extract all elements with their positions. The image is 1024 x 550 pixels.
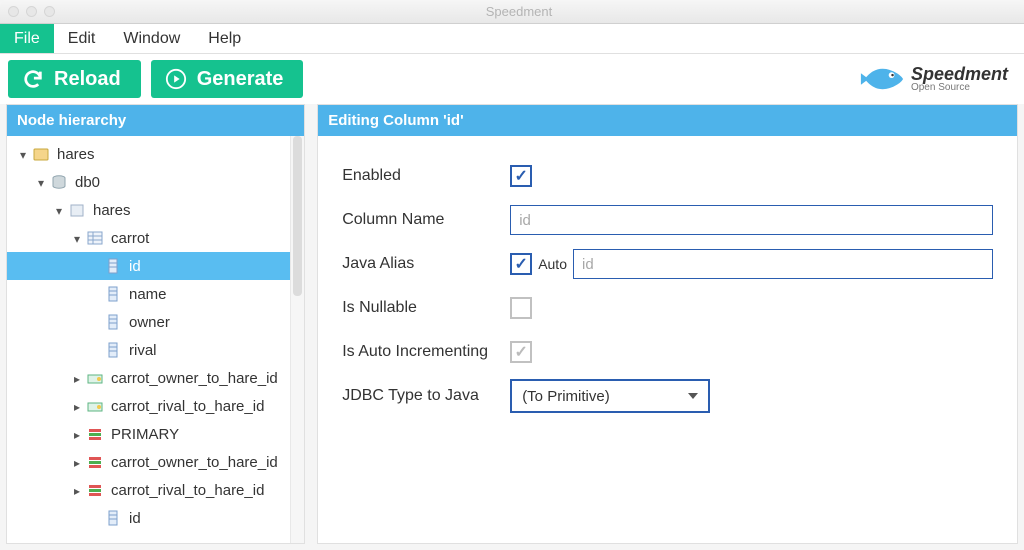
tree-item[interactable]: id <box>7 504 304 532</box>
tree-item-label: rival <box>129 342 157 359</box>
scrollbar-vertical[interactable] <box>290 136 304 543</box>
node-tree[interactable]: hares db0 hares carrot id name owner rival carro… <box>7 136 304 536</box>
twisty-icon[interactable] <box>71 370 83 387</box>
idx-icon <box>87 482 103 498</box>
twisty-icon[interactable] <box>71 230 83 247</box>
generate-button[interactable]: Generate <box>151 60 304 98</box>
tree-item[interactable]: db0 <box>7 168 304 196</box>
menu-edit[interactable]: Edit <box>54 24 110 53</box>
tree-item[interactable]: owner <box>7 308 304 336</box>
checkbox-java-alias-auto[interactable] <box>510 253 532 275</box>
tree-item[interactable]: carrot_rival_to_hare_id <box>7 476 304 504</box>
content: Node hierarchy hares db0 hares carrot id name… <box>0 104 1024 550</box>
tree-item-label: id <box>129 510 141 527</box>
checkbox-is-nullable[interactable] <box>510 297 532 319</box>
logo-text-big: Speedment <box>911 65 1008 83</box>
idx-icon <box>87 454 103 470</box>
column-icon <box>105 510 121 526</box>
tree-item-label: name <box>129 286 167 303</box>
tree-item-label: carrot_rival_to_hare_id <box>111 482 264 499</box>
twisty-icon[interactable] <box>71 426 83 443</box>
tree-item-label: carrot_owner_to_hare_id <box>111 370 278 387</box>
tree-item-label: db0 <box>75 174 100 191</box>
label-column-name: Column Name <box>342 211 510 229</box>
tree-item[interactable]: hares <box>7 196 304 224</box>
toolbar: Reload Generate Speedment Open Source <box>0 54 1024 104</box>
menu-help[interactable]: Help <box>194 24 255 53</box>
generate-label: Generate <box>197 68 284 91</box>
tree-item-label: carrot <box>111 230 149 247</box>
titlebar: Speedment <box>0 0 1024 24</box>
db-icon <box>51 174 67 190</box>
twisty-icon[interactable] <box>71 454 83 471</box>
label-auto: Auto <box>538 256 567 272</box>
fish-icon <box>859 61 905 97</box>
column-icon <box>105 314 121 330</box>
select-jdbc-type[interactable]: (To Primitive) <box>510 379 710 413</box>
editor-form: Enabled Column Name Java Alias Auto Is N… <box>318 136 1017 436</box>
logo: Speedment Open Source <box>859 61 1008 97</box>
label-is-nullable: Is Nullable <box>342 299 510 317</box>
scrollbar-thumb[interactable] <box>293 136 302 296</box>
column-icon <box>105 342 121 358</box>
tree-item[interactable]: name <box>7 280 304 308</box>
column-icon <box>105 286 121 302</box>
schema-icon <box>69 202 85 218</box>
editor-header: Editing Column 'id' <box>318 105 1017 136</box>
tree-item-label: carrot_owner_to_hare_id <box>111 454 278 471</box>
reload-label: Reload <box>54 68 121 91</box>
twisty-icon[interactable] <box>71 482 83 499</box>
node-hierarchy-panel: Node hierarchy hares db0 hares carrot id name… <box>6 104 305 544</box>
tree-item[interactable]: hares <box>7 140 304 168</box>
column-icon <box>105 258 121 274</box>
label-jdbc-type: JDBC Type to Java <box>342 387 510 405</box>
tree-item[interactable]: PRIMARY <box>7 420 304 448</box>
logo-text-small: Open Source <box>911 83 1008 93</box>
checkbox-enabled[interactable] <box>510 165 532 187</box>
tree-item[interactable]: rival <box>7 336 304 364</box>
menu-window[interactable]: Window <box>109 24 194 53</box>
editor-panel: Editing Column 'id' Enabled Column Name … <box>317 104 1018 544</box>
project-icon <box>33 146 49 162</box>
tree-item[interactable]: id <box>7 252 304 280</box>
input-java-alias[interactable] <box>573 249 993 279</box>
twisty-icon[interactable] <box>17 146 29 163</box>
chevron-down-icon <box>688 393 698 399</box>
twisty-icon[interactable] <box>71 398 83 415</box>
fk-icon <box>87 370 103 386</box>
reload-button[interactable]: Reload <box>8 60 141 98</box>
tree-item[interactable]: carrot_rival_to_hare_id <box>7 392 304 420</box>
twisty-icon[interactable] <box>53 202 65 219</box>
tree-item[interactable]: carrot <box>7 224 304 252</box>
label-enabled: Enabled <box>342 167 510 185</box>
label-is-auto-incrementing: Is Auto Incrementing <box>342 343 510 361</box>
reload-icon <box>22 68 44 90</box>
input-column-name[interactable] <box>510 205 993 235</box>
twisty-icon[interactable] <box>35 174 47 191</box>
node-hierarchy-header: Node hierarchy <box>7 105 304 136</box>
tree-item-label: carrot_rival_to_hare_id <box>111 398 264 415</box>
tree-item-label: hares <box>93 202 131 219</box>
window-title: Speedment <box>22 4 1016 19</box>
tree-item-label: owner <box>129 314 170 331</box>
generate-icon <box>165 68 187 90</box>
tree-item[interactable]: carrot_owner_to_hare_id <box>7 448 304 476</box>
menu-file[interactable]: File <box>0 24 54 53</box>
tree-item[interactable]: carrot_owner_to_hare_id <box>7 364 304 392</box>
window-close-icon[interactable] <box>8 6 19 17</box>
checkbox-is-auto-incrementing[interactable] <box>510 341 532 363</box>
label-java-alias: Java Alias <box>342 255 510 273</box>
menubar: File Edit Window Help <box>0 24 1024 54</box>
select-jdbc-type-value: (To Primitive) <box>522 388 610 405</box>
tree-item-label: id <box>129 258 141 275</box>
tree-item-label: PRIMARY <box>111 426 179 443</box>
idx-icon <box>87 426 103 442</box>
table-icon <box>87 230 103 246</box>
tree-item-label: hares <box>57 146 95 163</box>
fk-icon <box>87 398 103 414</box>
